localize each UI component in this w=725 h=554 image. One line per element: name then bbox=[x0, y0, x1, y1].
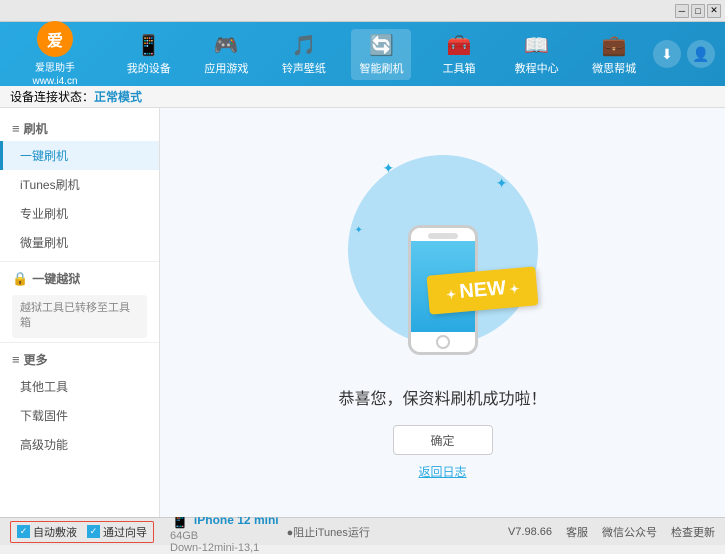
via-wizard-checkbox[interactable]: ✓ bbox=[87, 525, 100, 538]
connection-label: 设备连接状态： bbox=[10, 88, 94, 105]
nav-flash-label: 智能刷机 bbox=[359, 60, 403, 76]
sidebar: ≡ 刷机 一键刷机 iTunes刷机 专业刷机 微量刷机 🔒 一键越狱 越狱工具… bbox=[0, 108, 160, 517]
sidebar-section-jailbreak: 🔒 一键越狱 bbox=[0, 266, 159, 291]
sidebar-section-more: ≡ 更多 bbox=[0, 347, 159, 372]
main-area: ≡ 刷机 一键刷机 iTunes刷机 专业刷机 微量刷机 🔒 一键越狱 越狱工具… bbox=[0, 108, 725, 517]
checkbox-area: ✓ 自动敷液 ✓ 通过向导 bbox=[10, 521, 154, 543]
nav-toolbox-icon: 🧰 bbox=[447, 33, 472, 58]
via-wizard-checkbox-item[interactable]: ✓ 通过向导 bbox=[87, 524, 147, 540]
jailbreak-section-label: 一键越狱 bbox=[32, 270, 80, 287]
check-update-link[interactable]: 检查更新 bbox=[671, 524, 715, 540]
nav-ringtones[interactable]: 🎵 铃声壁纸 bbox=[274, 29, 334, 80]
divider-1 bbox=[0, 261, 159, 262]
nav-tutorials-label: 教程中心 bbox=[515, 60, 559, 76]
nav-bar: 📱 我的设备 🎮 应用游戏 🎵 铃声壁纸 🔄 智能刷机 🧰 工具箱 📖 教程中心… bbox=[110, 29, 653, 80]
auto-flash-checkbox-item[interactable]: ✓ 自动敷液 bbox=[17, 524, 77, 540]
nav-tutorials[interactable]: 📖 教程中心 bbox=[507, 29, 567, 80]
auto-flash-checkbox[interactable]: ✓ bbox=[17, 525, 30, 538]
nav-apps-icon: 🎮 bbox=[214, 33, 239, 58]
sparkle-3: ✦ bbox=[355, 225, 363, 236]
auto-flash-label: 自动敷液 bbox=[33, 524, 77, 540]
nav-my-device[interactable]: 📱 我的设备 bbox=[119, 29, 179, 80]
nav-toolbox-label: 工具箱 bbox=[443, 60, 476, 76]
device-model: Down-12mini-13,1 bbox=[170, 542, 279, 554]
jailbreak-section-icon: 🔒 bbox=[12, 271, 28, 287]
new-badge: NEW bbox=[426, 266, 538, 314]
nav-apps-label: 应用游戏 bbox=[204, 60, 248, 76]
logo-icon: 爱 bbox=[37, 21, 73, 57]
sidebar-item-itunes-flash[interactable]: iTunes刷机 bbox=[0, 170, 159, 199]
nav-smart-flash[interactable]: 🔄 智能刷机 bbox=[351, 29, 411, 80]
confirm-button[interactable]: 确定 bbox=[393, 425, 493, 455]
itunes-status[interactable]: ●阻止iTunes运行 bbox=[287, 524, 370, 540]
minimize-button[interactable]: ─ bbox=[675, 4, 689, 18]
divider-2 bbox=[0, 342, 159, 343]
logo-line2: www.i4.cn bbox=[32, 76, 77, 87]
flash-section-label: 刷机 bbox=[24, 120, 48, 137]
window-controls[interactable]: ─ □ ✕ bbox=[675, 4, 721, 18]
status-right: V7.98.66 客服 微信公众号 检查更新 bbox=[508, 524, 715, 540]
header-actions: ⬇ 👤 bbox=[653, 40, 715, 68]
nav-toolbox[interactable]: 🧰 工具箱 bbox=[429, 29, 489, 80]
back-link[interactable]: 返回日志 bbox=[418, 463, 466, 480]
sparkle-1: ✦ bbox=[383, 160, 395, 177]
phone-illustration: ✦ ✦ ✦ NEW bbox=[343, 145, 543, 365]
statusbar: ✓ 自动敷液 ✓ 通过向导 📱 iPhone 12 mini 64GB Down… bbox=[0, 517, 725, 545]
flash-section-icon: ≡ bbox=[12, 121, 20, 136]
more-section-icon: ≡ bbox=[12, 352, 20, 367]
nav-ringtones-icon: 🎵 bbox=[291, 33, 316, 58]
sidebar-item-other-tools[interactable]: 其他工具 bbox=[0, 372, 159, 401]
close-button[interactable]: ✕ bbox=[707, 4, 721, 18]
version-label: V7.98.66 bbox=[508, 526, 552, 538]
nav-device-icon: 📱 bbox=[136, 33, 161, 58]
more-section-label: 更多 bbox=[24, 351, 48, 368]
restore-button[interactable]: □ bbox=[691, 4, 705, 18]
header: 爱 爱思助手 www.i4.cn 📱 我的设备 🎮 应用游戏 🎵 铃声壁纸 🔄 … bbox=[0, 22, 725, 86]
device-storage: 64GB bbox=[170, 530, 279, 542]
nav-weixin-label: 微思帮城 bbox=[592, 60, 636, 76]
phone-home-button bbox=[436, 335, 450, 349]
jailbreak-note: 越狱工具已转移至工具箱 bbox=[12, 295, 147, 338]
sidebar-item-ota-flash[interactable]: 微量刷机 bbox=[0, 228, 159, 257]
connection-status-bar: 设备连接状态： 正常模式 bbox=[0, 86, 725, 108]
sidebar-item-download-firmware[interactable]: 下载固件 bbox=[0, 401, 159, 430]
content-area: ✦ ✦ ✦ NEW 恭喜您，保资料刷机成功啦！ 确定 返回日志 bbox=[160, 108, 725, 517]
nav-weixin-store[interactable]: 💼 微思帮城 bbox=[584, 29, 644, 80]
customer-service-link[interactable]: 客服 bbox=[566, 524, 588, 540]
sidebar-section-flash: ≡ 刷机 bbox=[0, 116, 159, 141]
titlebar: ─ □ ✕ bbox=[0, 0, 725, 22]
logo-line1: 爱思助手 bbox=[35, 59, 75, 74]
nav-flash-icon: 🔄 bbox=[369, 33, 394, 58]
logo-area: 爱 爱思助手 www.i4.cn bbox=[10, 21, 100, 87]
sidebar-item-advanced[interactable]: 高级功能 bbox=[0, 430, 159, 459]
sidebar-item-pro-flash[interactable]: 专业刷机 bbox=[0, 199, 159, 228]
connection-status: 正常模式 bbox=[94, 88, 142, 105]
nav-ringtones-label: 铃声壁纸 bbox=[282, 60, 326, 76]
download-button[interactable]: ⬇ bbox=[653, 40, 681, 68]
account-button[interactable]: 👤 bbox=[687, 40, 715, 68]
nav-device-label: 我的设备 bbox=[127, 60, 171, 76]
sidebar-item-onekey-flash[interactable]: 一键刷机 bbox=[0, 141, 159, 170]
sparkle-2: ✦ bbox=[496, 175, 508, 192]
nav-weixin-icon: 💼 bbox=[602, 33, 627, 58]
nav-tutorials-icon: 📖 bbox=[524, 33, 549, 58]
via-wizard-label: 通过向导 bbox=[103, 524, 147, 540]
nav-apps-games[interactable]: 🎮 应用游戏 bbox=[196, 29, 256, 80]
wechat-public-link[interactable]: 微信公众号 bbox=[602, 524, 657, 540]
success-message: 恭喜您，保资料刷机成功啦！ bbox=[338, 385, 546, 409]
